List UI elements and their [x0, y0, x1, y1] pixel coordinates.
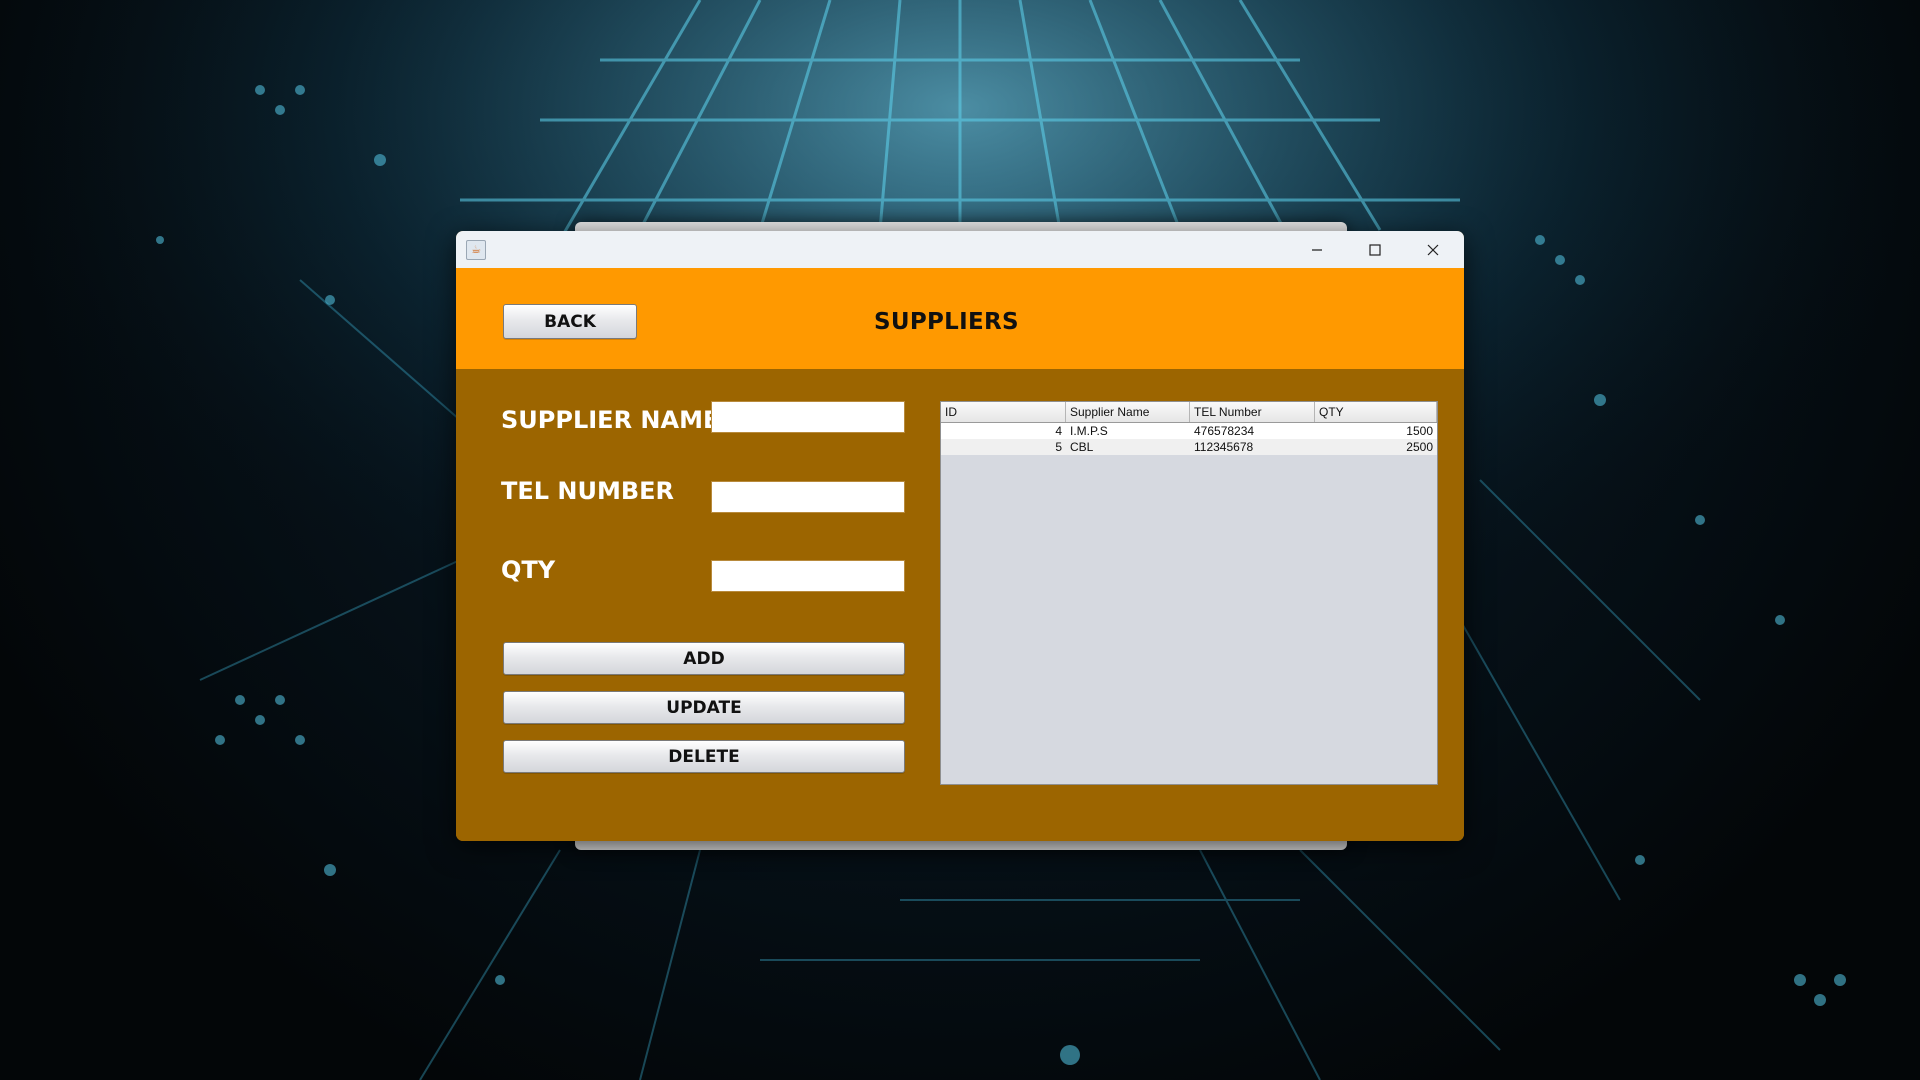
cell-tel-number: 476578234: [1194, 424, 1255, 438]
cell-id: 5: [1055, 440, 1062, 454]
add-button[interactable]: ADD: [503, 642, 905, 675]
cell-tel-number: 112345678: [1194, 440, 1254, 454]
maximize-button[interactable]: [1346, 231, 1404, 268]
column-header-tel-number[interactable]: TEL Number: [1190, 402, 1315, 422]
delete-button[interactable]: DELETE: [503, 740, 905, 773]
tel-number-label: TEL NUMBER: [501, 477, 675, 505]
cell-qty: 1500: [1406, 424, 1433, 438]
title-bar[interactable]: ☕: [456, 231, 1464, 268]
supplier-name-label: SUPPLIER NAME: [501, 406, 720, 434]
qty-field[interactable]: [711, 560, 905, 592]
column-header-supplier-name[interactable]: Supplier Name: [1066, 402, 1190, 422]
qty-label: QTY: [501, 556, 556, 584]
close-button[interactable]: [1404, 231, 1462, 268]
cell-supplier-name: I.M.P.S: [1070, 424, 1108, 438]
java-cup-icon: ☕: [466, 240, 486, 260]
table-row[interactable]: 5 CBL 112345678 2500: [941, 439, 1437, 455]
header-panel: BACK SUPPLIERS: [456, 268, 1464, 369]
minimize-icon: [1312, 248, 1322, 251]
content-panel: SUPPLIER NAME TEL NUMBER QTY ADD UPDATE …: [456, 369, 1464, 841]
update-button[interactable]: UPDATE: [503, 691, 905, 724]
minimize-button[interactable]: [1288, 231, 1346, 268]
supplier-name-field[interactable]: [711, 401, 905, 433]
tel-number-field[interactable]: [711, 481, 905, 513]
cell-qty: 2500: [1406, 440, 1433, 454]
column-header-id[interactable]: ID: [941, 402, 1066, 422]
close-icon: [1427, 244, 1439, 255]
table-header: ID Supplier Name TEL Number QTY: [941, 402, 1437, 423]
suppliers-window: ☕ BACK SUPPLIERS SUPPLIER NAME TEL NUMBE…: [456, 231, 1464, 841]
page-title: SUPPLIERS: [874, 309, 1019, 335]
cell-supplier-name: CBL: [1070, 440, 1094, 454]
column-header-qty[interactable]: QTY: [1315, 402, 1437, 422]
suppliers-table[interactable]: ID Supplier Name TEL Number QTY 4 I.M.P.…: [940, 401, 1438, 785]
maximize-icon: [1369, 243, 1381, 256]
back-button[interactable]: BACK: [503, 304, 637, 339]
table-row[interactable]: 4 I.M.P.S 476578234 1500: [941, 423, 1437, 439]
cell-id: 4: [1055, 424, 1062, 438]
desktop-background: ☕ BACK SUPPLIERS SUPPLIER NAME TEL NUMBE…: [0, 0, 1920, 1080]
